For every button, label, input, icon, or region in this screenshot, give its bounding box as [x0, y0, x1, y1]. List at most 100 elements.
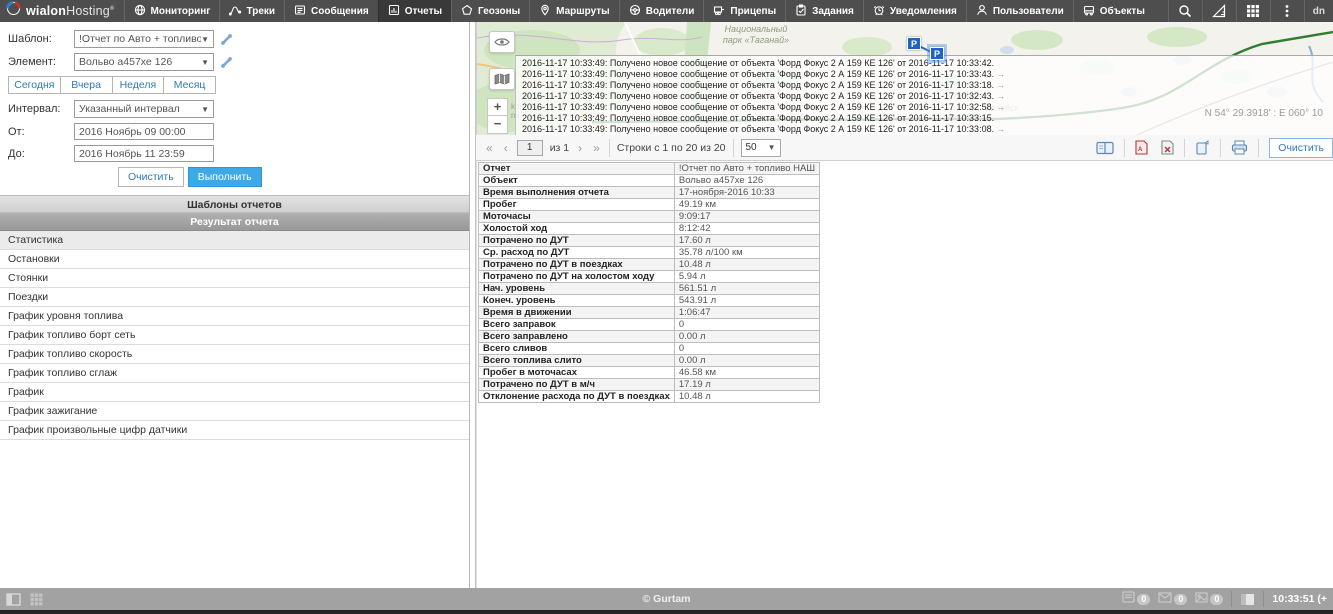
ruler-tools-icon[interactable]	[1202, 0, 1236, 22]
first-page-icon[interactable]: «	[484, 141, 495, 155]
counter-badge: 0	[1137, 594, 1150, 605]
element-edit-wrench-icon[interactable]	[220, 56, 233, 69]
report-row-label: Конеч. уровень	[479, 295, 675, 307]
apps-grid-icon[interactable]	[1236, 0, 1270, 22]
result-section-item-8[interactable]: График	[0, 383, 469, 402]
quick-date-range-buttons: СегодняВчераНеделяМесяц	[8, 76, 216, 94]
brand-name: wialonHosting®	[26, 4, 115, 18]
previous-page-icon[interactable]: ‹	[502, 141, 510, 155]
report-row-value: 9:09:17	[674, 211, 819, 223]
clear-report-button[interactable]: Очистить	[1269, 138, 1333, 158]
tab-trailers[interactable]: Прицепы	[703, 0, 785, 22]
copy-report-icon[interactable]	[1192, 140, 1213, 155]
tab-monitoring[interactable]: Мониторинг	[124, 0, 220, 22]
search-icon[interactable]	[1168, 0, 1202, 22]
from-label: От:	[8, 126, 74, 138]
tab-reports[interactable]: Отчеты	[378, 0, 451, 22]
map-visibility-eye-button[interactable]	[489, 31, 515, 53]
parking-marker-icon[interactable]: P	[930, 47, 944, 60]
report-template-book-icon[interactable]	[1093, 141, 1117, 155]
result-section-item-5[interactable]: График топливо борт сеть	[0, 326, 469, 345]
export-excel-icon[interactable]	[1158, 140, 1177, 155]
page-size-select[interactable]: 50▼	[741, 139, 781, 157]
zoom-in-button[interactable]: +	[487, 98, 508, 116]
result-section-header[interactable]: Результат отчета	[0, 213, 469, 231]
to-date-input[interactable]	[74, 145, 214, 162]
templates-section-header[interactable]: Шаблоны отчетов	[0, 195, 469, 213]
wialon-logo-icon	[6, 1, 21, 21]
next-page-icon[interactable]: ›	[576, 141, 584, 155]
template-edit-wrench-icon[interactable]	[220, 33, 233, 46]
toggle-panel-icon[interactable]	[6, 593, 21, 606]
statistics-table: Отчет!Отчет по Авто + топливо НАШОбъектВ…	[478, 162, 820, 403]
quick-range-button-2[interactable]: Неделя	[113, 76, 165, 94]
report-row-label: Всего заправлено	[479, 331, 675, 343]
layout-panels-icon[interactable]	[1240, 593, 1255, 606]
more-menu-icon[interactable]	[1270, 0, 1304, 22]
quick-range-button-0[interactable]: Сегодня	[8, 76, 61, 94]
tab-geofences[interactable]: Геозоны	[451, 0, 529, 22]
notification-message: 2016-11-17 10:33:49: Получено новое сооб…	[522, 80, 1333, 91]
tab-drivers[interactable]: Водители	[619, 0, 704, 22]
result-section-item-1[interactable]: Остановки	[0, 250, 469, 269]
report-table-row: Всего заправок0	[479, 319, 820, 331]
page-number-input[interactable]	[517, 140, 543, 156]
notifications-icon	[873, 4, 885, 19]
export-pdf-icon[interactable]: A	[1132, 140, 1151, 155]
element-select[interactable]: Вольво а457хе 126▼	[74, 53, 214, 71]
from-date-input[interactable]	[74, 123, 214, 140]
reports-queue-counter[interactable]: 0	[1122, 590, 1150, 608]
media-counter[interactable]: 0	[1195, 590, 1223, 608]
quick-range-button-1[interactable]: Вчера	[61, 76, 113, 94]
map-layers-button[interactable]	[489, 68, 515, 90]
report-row-label: Пробег в моточасах	[479, 367, 675, 379]
last-page-icon[interactable]: »	[591, 141, 602, 155]
result-section-item-3[interactable]: Поездки	[0, 288, 469, 307]
tab-label: Уведомления	[890, 6, 957, 17]
report-table-row: Потрачено по ДУТ в м/ч17.19 л	[479, 379, 820, 391]
map-cursor-coordinates: N 54° 29.3918' : E 060° 10	[1205, 108, 1323, 119]
tab-notifications[interactable]: Уведомления	[863, 0, 966, 22]
statusbar-divider	[1263, 591, 1264, 607]
notification-message: 2016-11-17 10:33:49: Получено новое сооб…	[522, 124, 1333, 135]
bottom-grid-icon[interactable]	[30, 593, 43, 606]
report-row-value: 35.78 л/100 км	[674, 247, 819, 259]
result-section-item-6[interactable]: График топливо скорость	[0, 345, 469, 364]
tab-jobs[interactable]: Задания	[785, 0, 863, 22]
result-section-item-2[interactable]: Стоянки	[0, 269, 469, 288]
result-section-item-0[interactable]: Статистика	[0, 231, 469, 250]
routes-icon	[539, 4, 551, 19]
result-section-item-9[interactable]: График зажигание	[0, 402, 469, 421]
parking-marker-icon[interactable]: P	[907, 37, 921, 50]
user-menu[interactable]: dn	[1304, 0, 1333, 22]
message-arrow-icon: →	[996, 124, 1005, 134]
result-section-item-7[interactable]: График топливо сглаж	[0, 364, 469, 383]
report-row-value: 561.51 л	[674, 283, 819, 295]
map-view[interactable]: Национальный парк «Таганай» ИНСК Копейск…	[476, 22, 1333, 135]
bottom-status-bar: © Gurtam 000 10:33:51 (+	[0, 588, 1333, 610]
mail-counter[interactable]: 0	[1158, 590, 1187, 608]
tab-messages[interactable]: Сообщения	[284, 0, 378, 22]
report-row-value: Вольво а457хе 126	[674, 175, 819, 187]
report-table-row: ОбъектВольво а457хе 126	[479, 175, 820, 187]
zoom-out-button[interactable]: −	[487, 116, 508, 134]
tab-tracks[interactable]: Треки	[219, 0, 284, 22]
monitoring-globe-icon	[134, 4, 146, 19]
toolbar-divider	[609, 139, 610, 157]
report-table-row: Всего сливов0	[479, 343, 820, 355]
tab-users[interactable]: Пользователи	[966, 0, 1073, 22]
tab-label: Водители	[646, 6, 695, 17]
result-section-item-4[interactable]: График уровня топлива	[0, 307, 469, 326]
tab-units[interactable]: Объекты	[1073, 0, 1154, 22]
print-icon[interactable]	[1228, 140, 1251, 155]
copyright-label: © Gurtam	[643, 593, 691, 605]
tab-routes[interactable]: Маршруты	[529, 0, 619, 22]
notification-message: 2016-11-17 10:33:49: Получено новое сооб…	[522, 69, 1333, 80]
report-settings-panel: Шаблон: !Отчет по Авто + топливо ...▼ Эл…	[0, 22, 470, 588]
clear-button[interactable]: Очистить	[118, 167, 184, 187]
quick-range-button-3[interactable]: Месяц	[164, 76, 216, 94]
interval-select[interactable]: Указанный интервал▼	[74, 100, 214, 118]
execute-button[interactable]: Выполнить	[188, 167, 262, 187]
result-section-item-10[interactable]: График произвольные цифр датчики	[0, 421, 469, 440]
template-select[interactable]: !Отчет по Авто + топливо ...▼	[74, 30, 214, 48]
